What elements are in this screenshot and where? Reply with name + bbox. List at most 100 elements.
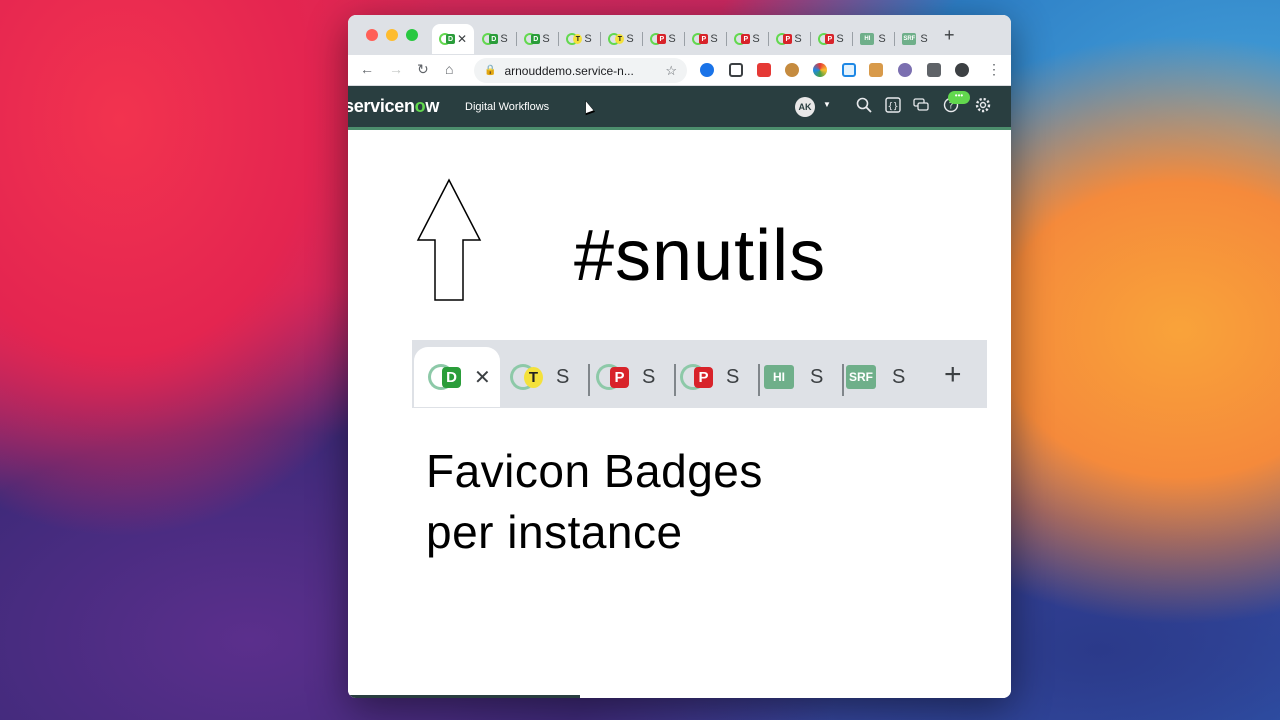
slide-content: #snutils + D ✕ T S P S P S HI S SRF S Favicon Badge…: [348, 133, 1011, 698]
example-tab: PS: [596, 347, 668, 407]
browser-tab[interactable]: DS: [516, 24, 558, 54]
calendar-icon[interactable]: [842, 63, 856, 77]
favicon-badge-icon: SRF: [846, 362, 876, 392]
close-window-button[interactable]: [366, 29, 378, 41]
favicon-badge-icon: D: [482, 32, 499, 46]
extension-circle-icon[interactable]: [700, 63, 714, 77]
puzzle-icon[interactable]: [927, 63, 941, 77]
cookie-icon[interactable]: [785, 63, 799, 77]
new-tab-plus-icon: +: [944, 358, 962, 391]
browser-tab[interactable]: SRF S: [894, 24, 936, 54]
home-icon[interactable]: ⌂: [445, 61, 453, 77]
profile-icon[interactable]: [955, 63, 969, 77]
reload-icon[interactable]: ↻: [417, 61, 429, 78]
extension-figure-icon[interactable]: [869, 63, 883, 77]
tab-separator: [758, 364, 760, 396]
svg-text:{}: {}: [888, 102, 899, 112]
url-text: arnouddemo.service-n...: [504, 63, 634, 78]
example-tab: TS: [510, 347, 582, 407]
chat-bubbles-icon[interactable]: [913, 97, 929, 117]
favicon-badge-icon: D: [524, 32, 541, 46]
back-arrow-icon[interactable]: ←: [360, 61, 374, 77]
browser-toolbar: ← → ↻ ⌂ 🔒 arnouddemo.service-n... ☆ ⋮: [348, 55, 1011, 86]
example-tab: D ✕: [414, 347, 500, 407]
favicon-badge-icon: P: [650, 32, 667, 46]
maximize-window-button[interactable]: [406, 29, 418, 41]
browser-tab[interactable]: D ✕: [432, 24, 474, 54]
browser-tab[interactable]: TS: [558, 24, 600, 54]
favicon-tabs-example: + D ✕ T S P S P S HI S SRF S: [412, 340, 987, 408]
browser-tab[interactable]: HI S: [852, 24, 894, 54]
tab-title: S: [584, 33, 592, 45]
favicon-badge-icon: HI: [764, 362, 794, 392]
favicon-badge-icon: P: [680, 362, 713, 392]
search-icon[interactable]: [856, 97, 872, 117]
browser-window: D ✕ D S D S T S T S P S P S P S P S P S HI S SRF S + ← → ↻ ⌂ 🔒 …: [348, 15, 1011, 698]
tab-title: S: [726, 365, 740, 388]
servicenow-logo[interactable]: servicenow: [348, 96, 439, 117]
browser-tab[interactable]: PS: [810, 24, 852, 54]
gear-icon[interactable]: [975, 97, 991, 117]
close-tab-icon[interactable]: ✕: [457, 32, 467, 46]
tab-title: S: [642, 365, 656, 388]
caption-line-1: Favicon Badges: [426, 445, 763, 497]
kebab-menu-icon[interactable]: ⋮: [987, 61, 1001, 78]
browser-tab[interactable]: PS: [768, 24, 810, 54]
tab-title: S: [626, 33, 634, 45]
tab-title: S: [542, 33, 550, 45]
new-tab-button[interactable]: +: [944, 26, 955, 44]
favicon-badge-icon: SRF: [902, 32, 917, 46]
arrow-up-icon: [416, 178, 482, 307]
extension-gear-icon[interactable]: [898, 63, 912, 77]
minimize-window-button[interactable]: [386, 29, 398, 41]
tab-separator: [842, 364, 844, 396]
favicon-badge-icon: T: [510, 362, 543, 392]
extension-red-icon[interactable]: [757, 63, 771, 77]
bookmark-star-icon[interactable]: ☆: [665, 63, 677, 79]
tab-title: S: [810, 365, 824, 388]
progress-line: [348, 695, 580, 698]
caption-line-2: per instance: [426, 506, 683, 558]
chevron-down-icon[interactable]: ▼: [823, 100, 831, 109]
forward-arrow-icon[interactable]: →: [389, 61, 403, 77]
tab-separator: [588, 364, 590, 396]
browser-tab[interactable]: DS: [474, 24, 516, 54]
extension-window-icon[interactable]: [729, 63, 743, 77]
tab-title: S: [710, 33, 718, 45]
favicon-badge-icon: P: [818, 32, 835, 46]
example-tab: SRF S: [846, 347, 918, 407]
browser-tab[interactable]: PS: [642, 24, 684, 54]
tab-strip: D ✕ D S D S T S T S P S P S P S P S P S HI S SRF S +: [348, 15, 1011, 55]
favicon-badge-icon: HI: [860, 32, 875, 46]
tab-title: S: [556, 365, 570, 388]
tab-title: S: [920, 33, 928, 45]
window-controls: [366, 29, 418, 41]
browser-tab[interactable]: PS: [684, 24, 726, 54]
tab-title: S: [500, 33, 508, 45]
example-tab: HI S: [764, 347, 836, 407]
slide-caption: Favicon Badges per instance: [426, 441, 763, 563]
tab-separator: [674, 364, 676, 396]
servicenow-header: servicenow Digital Workflows AK ▼ {} ? •…: [348, 86, 1011, 130]
user-avatar[interactable]: AK: [795, 97, 815, 117]
code-braces-icon[interactable]: {}: [885, 97, 901, 117]
favicon-badge-icon: T: [566, 32, 583, 46]
browser-tabs: D ✕ D S D S T S T S P S P S P S P S P S HI S SRF S: [432, 23, 936, 55]
mouse-cursor-icon: [580, 98, 596, 116]
header-subtitle: Digital Workflows: [465, 101, 550, 113]
tab-title: S: [836, 33, 844, 45]
tab-title: S: [752, 33, 760, 45]
address-bar[interactable]: 🔒 arnouddemo.service-n... ☆: [474, 58, 687, 83]
browser-tab[interactable]: TS: [600, 24, 642, 54]
notification-badge: •••: [948, 91, 970, 104]
hashtag-title: #snutils: [574, 216, 827, 296]
lock-icon: 🔒: [484, 65, 497, 76]
browser-tab[interactable]: PS: [726, 24, 768, 54]
favicon-badge-icon: T: [608, 32, 625, 46]
favicon-badge-icon: P: [596, 362, 629, 392]
favicon-badge-icon: P: [776, 32, 793, 46]
example-tab: PS: [680, 347, 752, 407]
color-picker-icon[interactable]: [813, 63, 827, 77]
tab-title: S: [794, 33, 802, 45]
favicon-badge-icon: P: [692, 32, 709, 46]
